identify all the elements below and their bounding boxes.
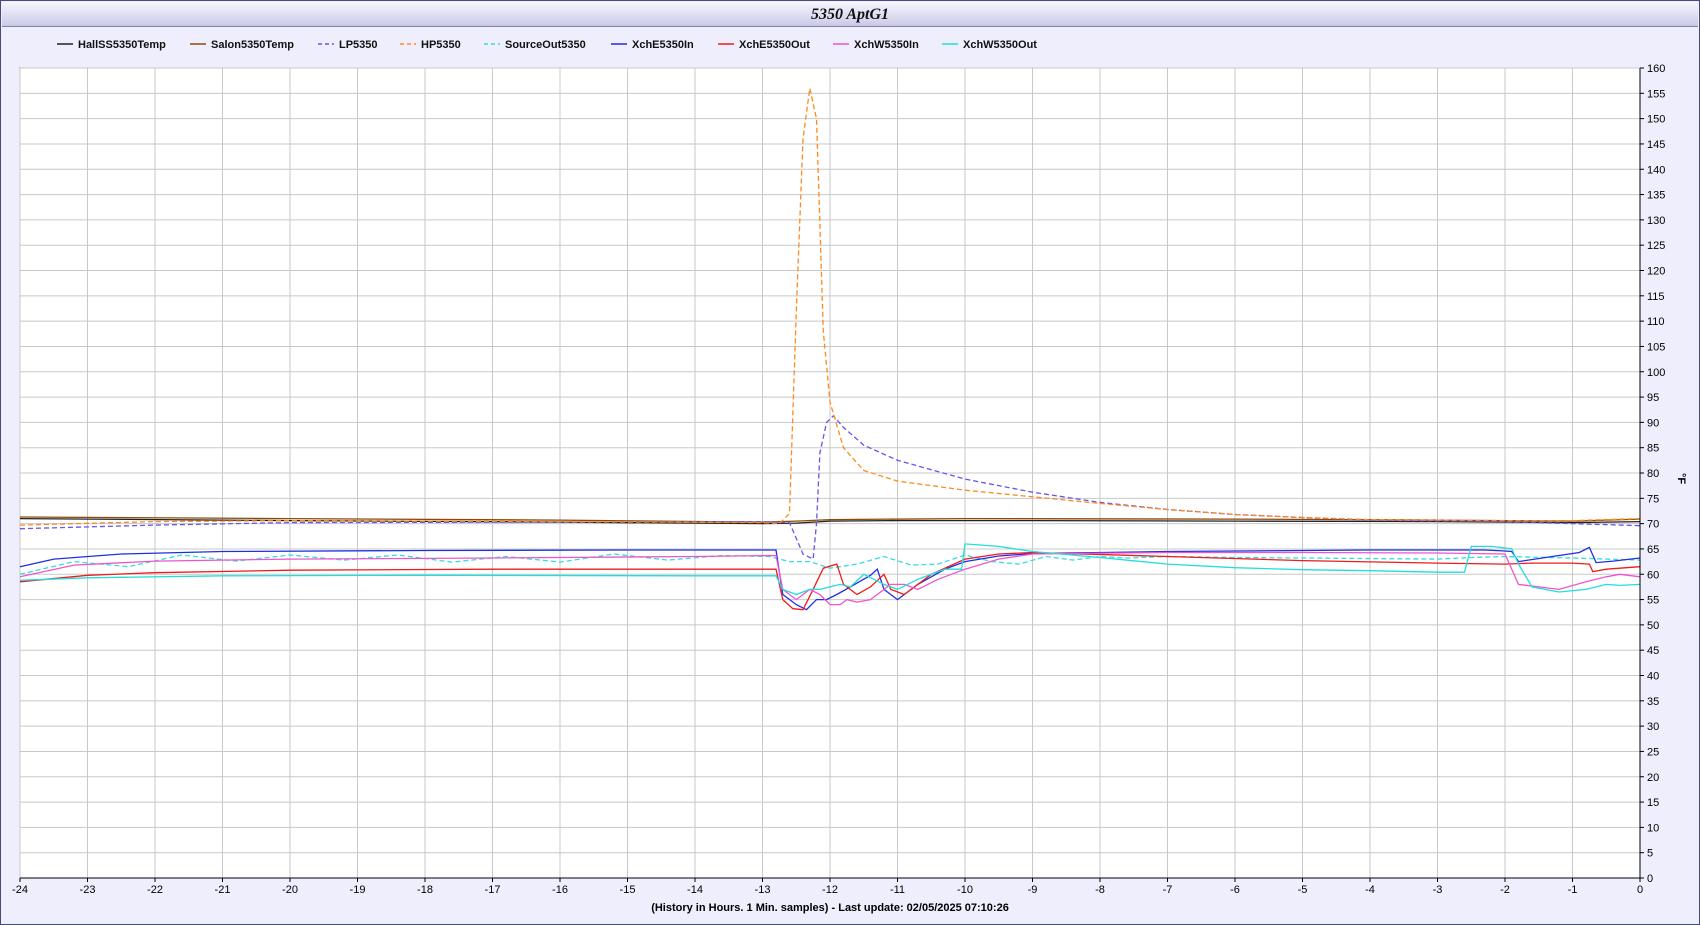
x-tick-label: -11 xyxy=(890,884,905,896)
x-axis-label: (History in Hours. 1 Min. samples) - Las… xyxy=(651,902,1009,914)
legend: HallSS5350Temp Salon5350Temp LP5350 HP5350 S… xyxy=(57,39,1037,51)
y-axis-label: °F xyxy=(1675,473,1687,484)
y-tick-label: 55 xyxy=(1647,595,1659,607)
y-axis: 0 5 10 15 20 25 30 35 40 45 50 55 60 65 70 75 80 85 90 95 10… xyxy=(1639,63,1665,885)
y-tick-label: 150 xyxy=(1647,114,1665,126)
y-tick-label: 20 xyxy=(1647,772,1659,784)
x-tick-label: -13 xyxy=(755,884,771,896)
y-tick-label: 60 xyxy=(1647,569,1659,581)
legend-label: XchW5350Out xyxy=(963,39,1037,51)
x-tick-label: -3 xyxy=(1433,884,1443,896)
x-tick-label: -8 xyxy=(1095,884,1105,896)
y-tick-label: 15 xyxy=(1647,797,1659,809)
x-tick-label: -12 xyxy=(822,884,838,896)
y-tick-label: 25 xyxy=(1647,746,1659,758)
legend-label: XchE5350In xyxy=(632,39,694,51)
y-tick-label: 10 xyxy=(1647,822,1659,834)
legend-label: XchW5350In xyxy=(854,39,919,51)
y-tick-label: 45 xyxy=(1647,645,1659,657)
y-tick-label: 100 xyxy=(1647,367,1665,379)
legend-label: SourceOut5350 xyxy=(505,39,586,51)
y-tick-label: 85 xyxy=(1647,443,1659,455)
x-tick-label: -21 xyxy=(215,884,231,896)
y-tick-label: 50 xyxy=(1647,620,1659,632)
y-tick-label: 110 xyxy=(1647,316,1665,328)
y-tick-label: 105 xyxy=(1647,341,1665,353)
legend-label: XchE5350Out xyxy=(739,39,810,51)
y-tick-label: 35 xyxy=(1647,696,1659,708)
x-tick-label: -16 xyxy=(552,884,568,896)
y-tick-label: 5 xyxy=(1647,848,1653,860)
y-tick-label: 70 xyxy=(1647,519,1659,531)
x-tick-label: -5 xyxy=(1298,884,1308,896)
x-tick-label: -22 xyxy=(147,884,163,896)
y-tick-label: 40 xyxy=(1647,671,1659,683)
x-tick-label: -23 xyxy=(80,884,96,896)
x-tick-label: -14 xyxy=(687,884,703,896)
line-chart: HallSS5350Temp Salon5350Temp LP5350 HP5350 S… xyxy=(12,39,1687,914)
y-tick-label: 130 xyxy=(1647,215,1665,227)
legend-label: LP5350 xyxy=(339,39,378,51)
x-axis: -24 -23 -22 -21 -20 -19 -18 -17 -16 -15 -14 -13 -12-… xyxy=(12,877,1643,896)
x-tick-label: -15 xyxy=(620,884,636,896)
x-tick-label: -9 xyxy=(1028,884,1038,896)
legend-label: HP5350 xyxy=(421,39,461,51)
x-tick-label: -19 xyxy=(350,884,366,896)
x-tick-label: 0 xyxy=(1637,884,1643,896)
y-tick-label: 75 xyxy=(1647,493,1659,505)
y-tick-label: 115 xyxy=(1647,291,1665,303)
y-tick-label: 30 xyxy=(1647,721,1659,733)
y-tick-label: 95 xyxy=(1647,392,1659,404)
y-tick-label: 120 xyxy=(1647,266,1665,278)
legend-label: Salon5350Temp xyxy=(211,39,294,51)
y-tick-label: 135 xyxy=(1647,190,1665,202)
y-tick-label: 65 xyxy=(1647,544,1659,556)
x-tick-label: -1 xyxy=(1568,884,1578,896)
x-tick-label: -4 xyxy=(1365,884,1375,896)
y-tick-label: 80 xyxy=(1647,468,1659,480)
y-tick-label: 155 xyxy=(1647,88,1665,100)
x-tick-label: -7 xyxy=(1163,884,1173,896)
y-tick-label: 140 xyxy=(1647,164,1665,176)
x-tick-label: -18 xyxy=(417,884,433,896)
x-tick-label: -2 xyxy=(1500,884,1510,896)
y-tick-label: 0 xyxy=(1647,873,1653,885)
x-tick-label: -10 xyxy=(957,884,973,896)
x-tick-label: -24 xyxy=(12,884,28,896)
x-tick-label: -20 xyxy=(282,884,298,896)
y-tick-label: 145 xyxy=(1647,139,1665,151)
x-tick-label: -6 xyxy=(1230,884,1240,896)
y-tick-label: 125 xyxy=(1647,240,1665,252)
y-tick-label: 160 xyxy=(1647,63,1665,75)
legend-label: HallSS5350Temp xyxy=(78,39,166,51)
y-tick-label: 90 xyxy=(1647,417,1659,429)
x-tick-label: -17 xyxy=(485,884,501,896)
